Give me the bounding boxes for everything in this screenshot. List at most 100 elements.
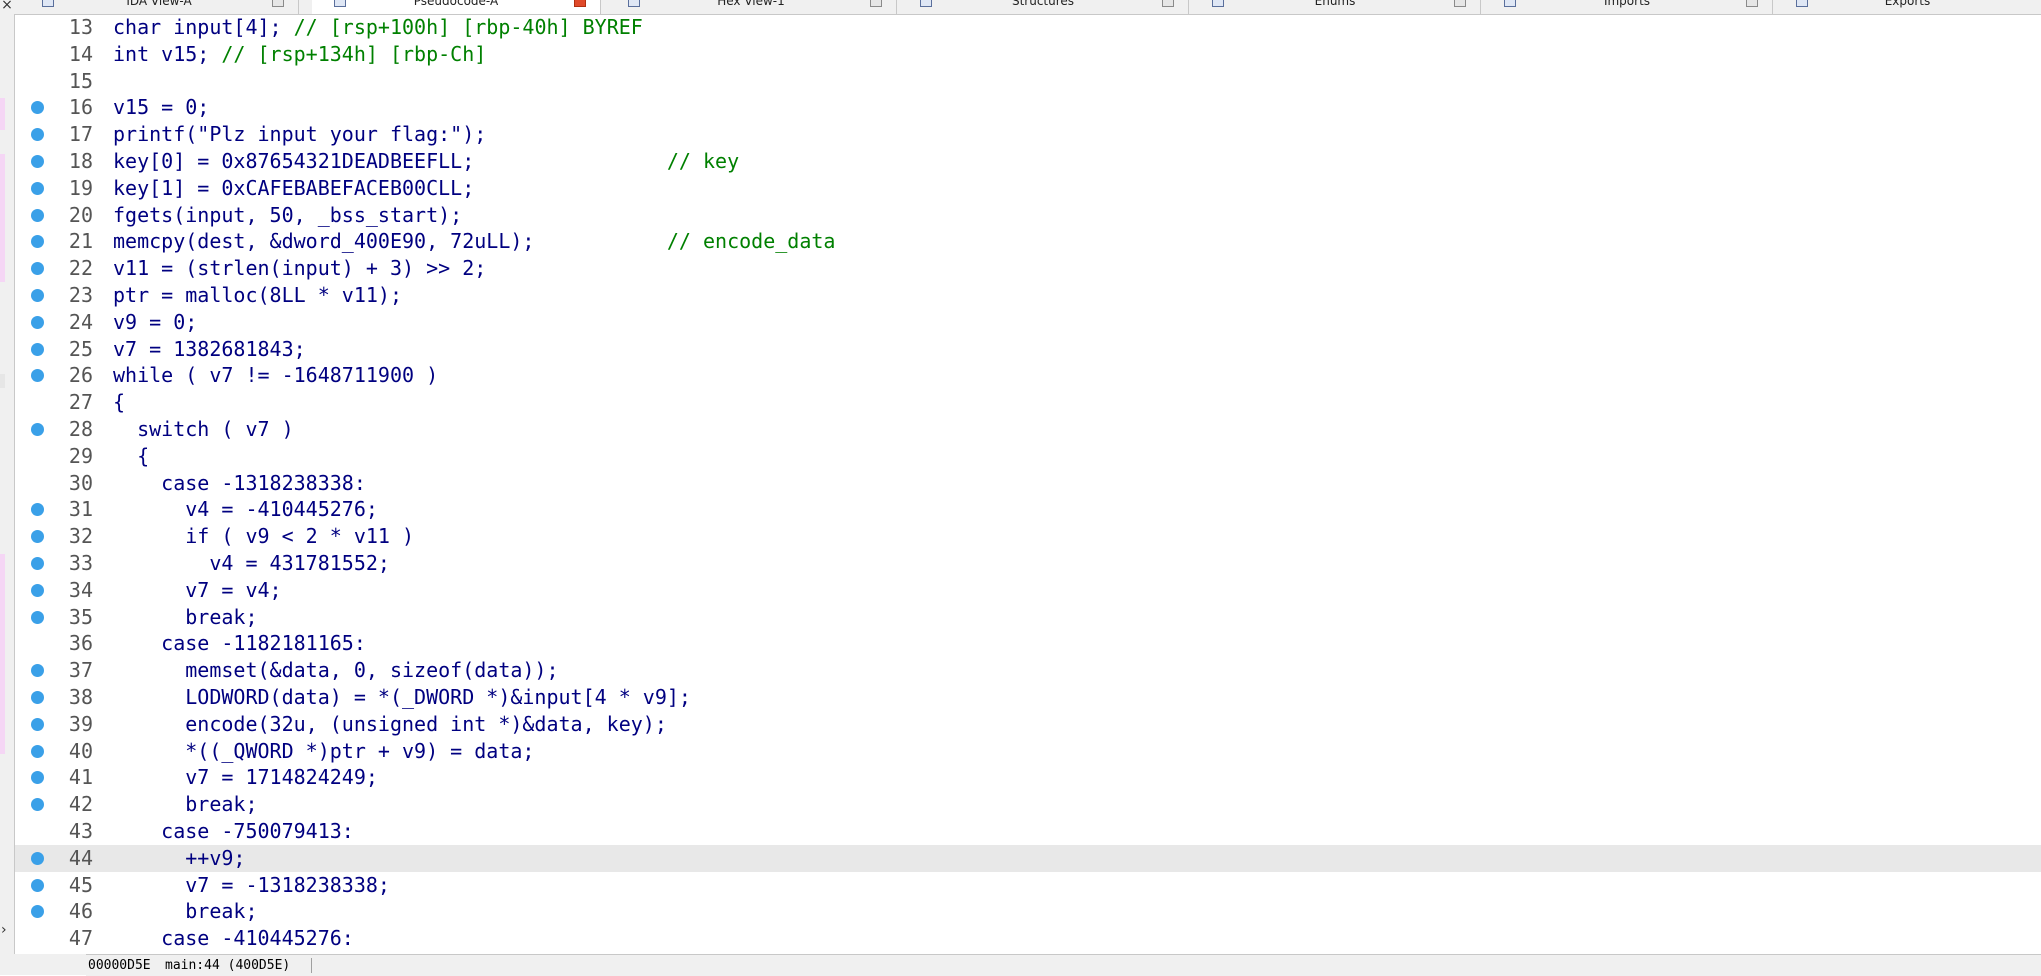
code-line[interactable]: 47 case -410445276: [15,925,2041,952]
code-text[interactable]: while ( v7 != -1648711900 ) [113,362,438,389]
code-line[interactable]: 18 key[0] = 0x87654321DEADBEEFLL; // key [15,148,2041,175]
code-text[interactable]: encode(32u, (unsigned int *)&data, key); [113,711,667,738]
code-text[interactable]: v4 = 431781552; [113,550,390,577]
code-text[interactable]: int v15; // [rsp+134h] [rbp-Ch] [113,41,486,68]
scroll-left-icon[interactable]: › [1,922,7,938]
code-text[interactable]: printf("Plz input your flag:"); [113,121,486,148]
close-icon[interactable] [272,0,284,7]
code-line[interactable]: 37 memset(&data, 0, sizeof(data)); [15,657,2041,684]
code-text[interactable]: memset(&data, 0, sizeof(data)); [113,657,558,684]
breakpoint-dot-icon[interactable] [31,557,44,570]
code-line[interactable]: 33 v4 = 431781552; [15,550,2041,577]
code-line[interactable]: 25 v7 = 1382681843; [15,336,2041,363]
code-text[interactable]: ptr = malloc(8LL * v11); [113,282,402,309]
breakpoint-dot-icon[interactable] [31,771,44,785]
code-text[interactable]: memcpy(dest, &dword_400E90, 72uLL); // e… [113,228,835,255]
tab-hex-view-1[interactable]: Hex View-1 [606,0,897,14]
close-icon[interactable] [870,0,882,7]
code-line[interactable]: 17 printf("Plz input your flag:"); [15,121,2041,148]
code-text[interactable]: break; [113,604,257,631]
code-line[interactable]: 36 case -1182181165: [15,630,2041,657]
breakpoint-dot-icon[interactable] [31,423,44,436]
code-text[interactable]: v7 = v4; [113,577,281,604]
code-line[interactable]: 42 break; [15,791,2041,818]
code-line[interactable]: 16 v15 = 0; [15,94,2041,121]
breakpoint-dot-icon[interactable] [31,101,44,115]
breakpoint-dot-icon[interactable] [31,315,44,329]
code-line[interactable]: 27 { [15,389,2041,416]
code-line[interactable]: 28 switch ( v7 ) [15,416,2041,443]
tab-structures[interactable]: Structures [898,0,1189,14]
tab-enums[interactable]: Enums [1190,0,1481,14]
code-line[interactable]: 24 v9 = 0; [15,309,2041,336]
breakpoint-dot-icon[interactable] [31,181,44,195]
code-text[interactable]: v7 = -1318238338; [113,872,390,899]
tab-exports[interactable]: Exports [1774,0,2041,14]
breakpoint-dot-icon[interactable] [31,503,44,517]
code-line[interactable]: 35 break; [15,604,2041,631]
code-line[interactable]: 13 char input[4]; // [rsp+100h] [rbp-40h]… [15,14,2041,41]
code-line[interactable]: 38 LODWORD(data) = *(_DWORD *)&input[4 *… [15,684,2041,711]
breakpoint-dot-icon[interactable] [31,851,44,865]
code-line[interactable]: 23 ptr = malloc(8LL * v11); [15,282,2041,309]
code-text[interactable]: case -1182181165: [113,630,366,657]
code-text[interactable]: switch ( v7 ) [113,416,294,443]
breakpoint-dot-icon[interactable] [31,905,44,919]
code-text[interactable]: key[1] = 0xCAFEBABEFACEB00CLL; [113,175,474,202]
code-line[interactable]: 39 encode(32u, (unsigned int *)&data, ke… [15,711,2041,738]
breakpoint-dot-icon[interactable] [31,342,44,356]
pseudocode-view[interactable]: 13 char input[4]; // [rsp+100h] [rbp-40h]… [15,14,2041,954]
close-icon[interactable] [1454,0,1466,7]
breakpoint-dot-icon[interactable] [31,717,44,731]
code-line[interactable]: 22 v11 = (strlen(input) + 3) >> 2; [15,255,2041,282]
breakpoint-dot-icon[interactable] [31,610,44,624]
breakpoint-dot-icon[interactable] [31,208,44,222]
code-text[interactable]: *((_QWORD *)ptr + v9) = data; [113,738,534,765]
code-line[interactable]: 20 fgets(input, 50, _bss_start); [15,202,2041,229]
code-line[interactable]: 14 int v15; // [rsp+134h] [rbp-Ch] [15,41,2041,68]
code-text[interactable]: key[0] = 0x87654321DEADBEEFLL; // key [113,148,739,175]
code-line[interactable]: 26 while ( v7 != -1648711900 ) [15,362,2041,389]
code-text[interactable]: case -750079413: [113,818,354,845]
code-line[interactable]: 30 case -1318238338: [15,470,2041,497]
code-text[interactable]: { [113,389,125,416]
code-line[interactable]: 34 v7 = v4; [15,577,2041,604]
code-line[interactable]: 31 v4 = -410445276; [15,496,2041,523]
code-line[interactable]: 32 if ( v9 < 2 * v11 ) [15,523,2041,550]
tab-ida-view-a[interactable]: IDA View-A [20,0,299,14]
code-text[interactable]: v11 = (strlen(input) + 3) >> 2; [113,255,486,282]
code-line[interactable]: 40 *((_QWORD *)ptr + v9) = data; [15,738,2041,765]
close-icon[interactable] [574,0,586,7]
code-text[interactable]: LODWORD(data) = *(_DWORD *)&input[4 * v9… [113,684,691,711]
code-text[interactable]: v7 = 1714824249; [113,764,378,791]
code-line[interactable]: 45 v7 = -1318238338; [15,872,2041,899]
breakpoint-dot-icon[interactable] [31,289,44,302]
code-text[interactable]: v9 = 0; [113,309,197,336]
code-text[interactable]: v4 = -410445276; [113,496,378,523]
breakpoint-dot-icon[interactable] [31,691,44,704]
code-text[interactable]: v15 = 0; [113,94,209,121]
code-text[interactable]: v7 = 1382681843; [113,336,306,363]
breakpoint-dot-icon[interactable] [31,128,44,142]
code-text[interactable]: char input[4]; // [rsp+100h] [rbp-40h] B… [113,14,643,41]
code-line[interactable]: 19 key[1] = 0xCAFEBABEFACEB00CLL; [15,175,2041,202]
code-text[interactable]: { [113,443,149,470]
code-line[interactable]: 46 break; [15,898,2041,925]
breakpoint-dot-icon[interactable] [31,583,44,597]
tab-imports[interactable]: Imports [1482,0,1773,14]
code-text[interactable]: case -410445276: [113,925,354,952]
code-text[interactable]: if ( v9 < 2 * v11 ) [113,523,414,550]
breakpoint-dot-icon[interactable] [31,664,44,678]
code-line[interactable]: 43 case -750079413: [15,818,2041,845]
breakpoint-dot-icon[interactable] [31,744,44,758]
breakpoint-dot-icon[interactable] [31,155,44,168]
code-line[interactable]: 29 { [15,443,2041,470]
close-icon[interactable] [1162,0,1174,7]
close-icon[interactable] [1746,0,1758,7]
code-line[interactable]: 41 v7 = 1714824249; [15,764,2041,791]
tab-pseudocode-a[interactable]: Pseudocode-A [312,0,601,14]
breakpoint-dot-icon[interactable] [31,878,44,892]
code-text[interactable]: case -1318238338: [113,470,366,497]
breakpoint-dot-icon[interactable] [31,262,44,276]
breakpoint-dot-icon[interactable] [31,798,44,812]
